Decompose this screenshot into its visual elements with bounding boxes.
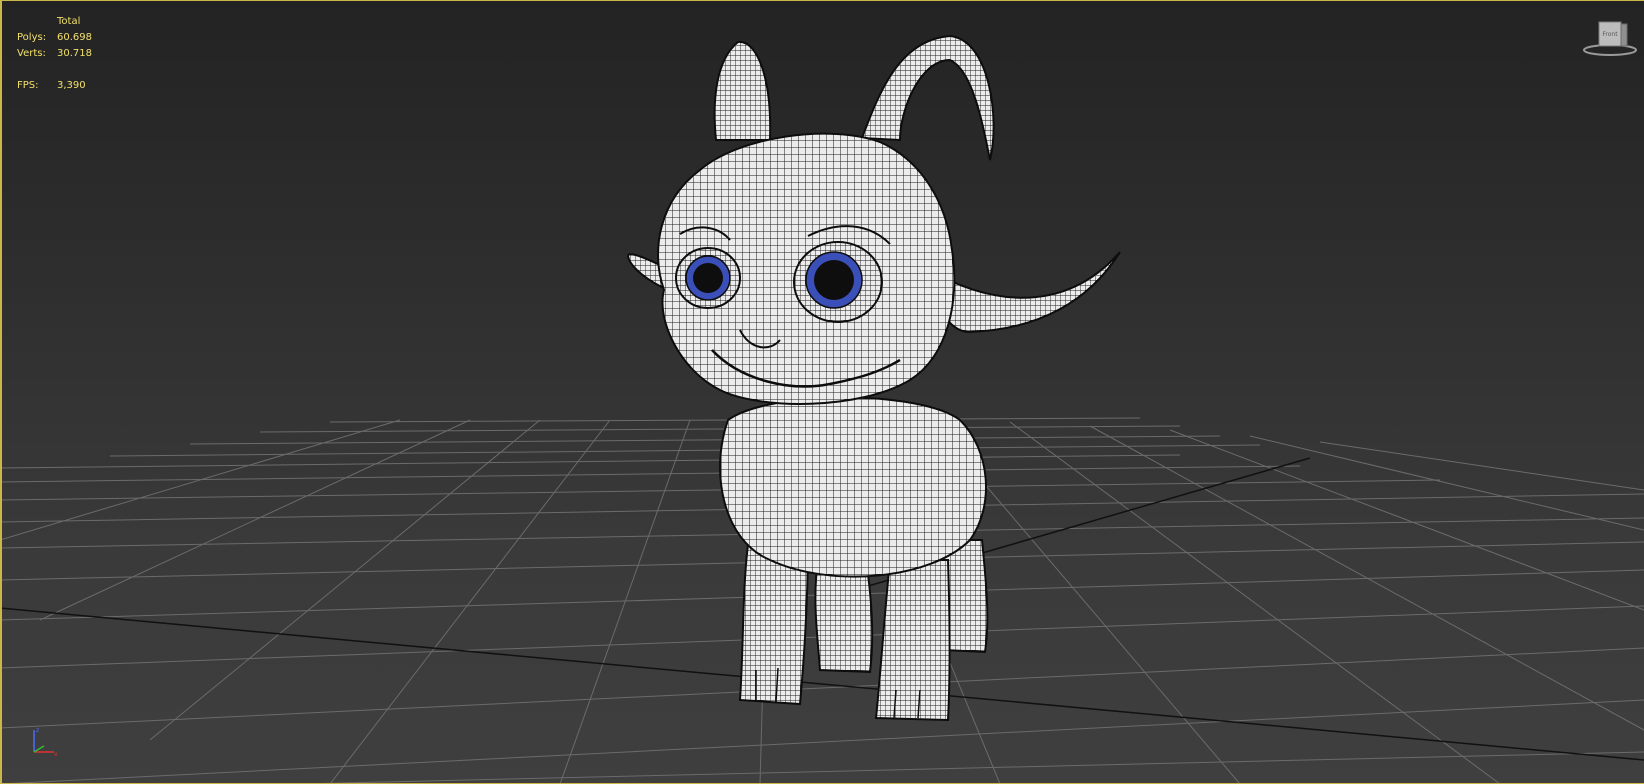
stats-polys-row: Polys: 60.698: [17, 30, 92, 46]
polys-label: Polys:: [17, 32, 47, 43]
statistics-overlay: Total Polys: 60.698 Verts: 30.718 FPS: 3…: [17, 14, 92, 94]
viewcube-face-label: Front: [1602, 31, 1618, 38]
verts-label: Verts:: [17, 48, 46, 59]
left-eye: [675, 247, 741, 309]
svg-text:z: z: [36, 727, 39, 734]
viewport-perspective[interactable]: Total Polys: 60.698 Verts: 30.718 FPS: 3…: [0, 0, 1644, 784]
scene-canvas[interactable]: [0, 0, 1644, 784]
polys-value: 60.698: [57, 32, 92, 43]
stats-header: Total: [57, 16, 81, 27]
goat-mesh-model[interactable]: [626, 34, 1121, 722]
fps-label: FPS:: [17, 80, 39, 91]
viewcube-icon[interactable]: Front: [1580, 18, 1638, 58]
svg-text:x: x: [54, 751, 58, 758]
stats-fps-row: FPS: 3,390: [17, 78, 92, 94]
stats-verts-row: Verts: 30.718: [17, 46, 92, 62]
right-eye: [793, 241, 883, 323]
verts-value: 30.718: [57, 48, 92, 59]
axis-tripod-icon: z x: [33, 727, 58, 758]
fps-value: 3,390: [57, 80, 86, 91]
